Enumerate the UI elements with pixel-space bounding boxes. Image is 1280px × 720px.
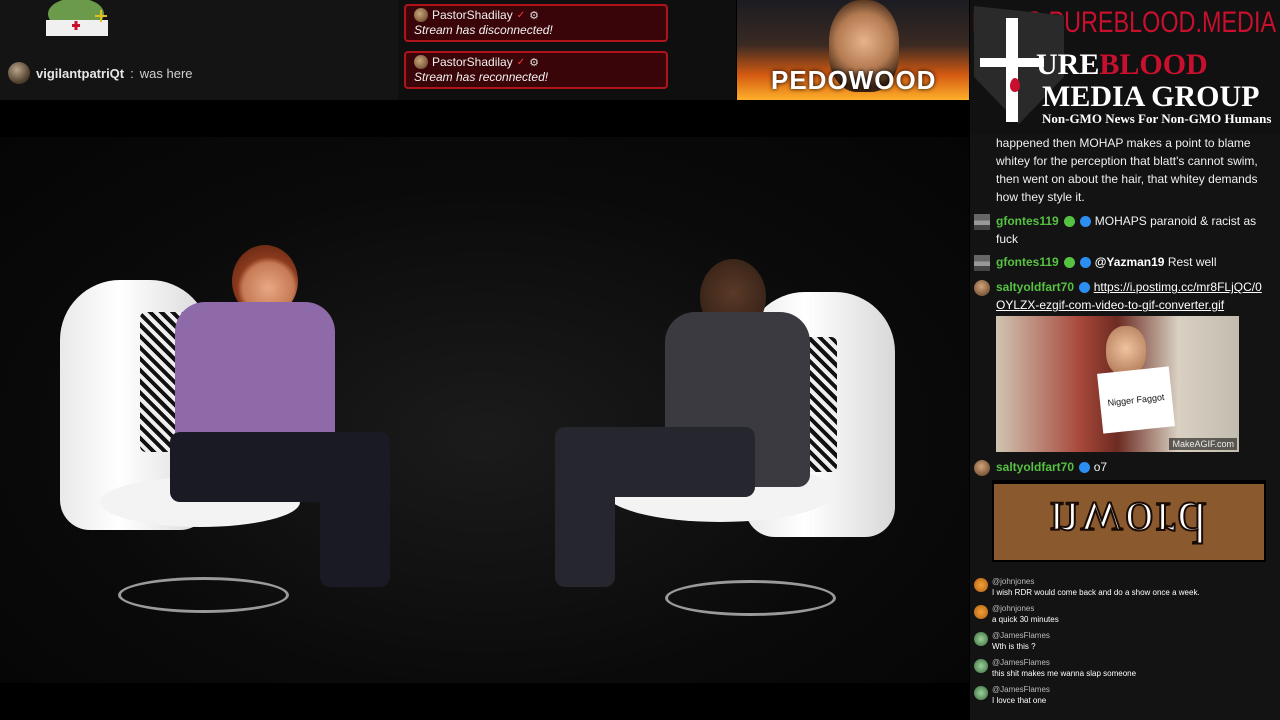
sub-badge-icon — [1064, 216, 1076, 228]
logo-title-line2: MEDIA GROUP — [1042, 80, 1260, 113]
mini-chat-username[interactable]: @JamesFlames — [992, 684, 1274, 695]
video-bottom-bar — [0, 683, 969, 720]
alert-username[interactable]: PastorShadilay — [432, 8, 513, 22]
chat-separator: : — [130, 65, 134, 81]
gif-sign: Nigger Faggot — [1097, 366, 1175, 434]
chat-mention[interactable]: @Yazman19 — [1095, 255, 1165, 269]
mini-chat-username[interactable]: @JamesFlames — [992, 657, 1274, 668]
mini-chat-username[interactable]: @JamesFlames — [992, 630, 1274, 641]
video-thumbnail[interactable]: PEDOWOOD — [737, 0, 969, 100]
verified-badge-icon — [1079, 282, 1091, 294]
logo-title-white: URE — [1036, 48, 1100, 81]
chat-username[interactable]: saltyoldfart70 — [996, 280, 1074, 294]
user-avatar[interactable] — [974, 578, 988, 592]
mini-chat-text: I lovce that one — [992, 696, 1047, 705]
alert-text: Stream has reconnected! — [414, 70, 549, 84]
pepe-emote-image — [36, 0, 120, 36]
user-avatar[interactable] — [974, 686, 988, 700]
chat-username[interactable]: gfontes119 — [996, 214, 1059, 228]
stream-disconnected-alert: PastorShadilay ✓ ⚙ Stream has disconnect… — [404, 4, 668, 42]
mini-chat-username[interactable]: @johnjones — [992, 603, 1274, 614]
user-avatar — [414, 8, 428, 22]
verified-badge-icon — [1080, 257, 1092, 269]
mini-chat-message: @johnjones a quick 30 minutes — [974, 603, 1274, 625]
chat-line-vigilantpatriot: vigilantpatriQt : was here — [8, 62, 193, 84]
user-avatar[interactable] — [8, 62, 30, 84]
mini-chat-text: a quick 30 minutes — [992, 615, 1059, 624]
sub-badge-icon — [1064, 257, 1076, 269]
thumbnail-text: PEDOWOOD — [771, 65, 937, 95]
stream-reconnected-alert: PastorShadilay ✓ ⚙ Stream has reconnecte… — [404, 51, 668, 89]
gear-icon[interactable]: ⚙ — [529, 56, 539, 69]
chat-message: saltyoldfart70 o7 — [970, 458, 1270, 476]
image-text: nword — [1049, 489, 1209, 556]
chat-message: happened then MOHAP makes a point to bla… — [970, 134, 1270, 206]
man-lower-legs — [555, 457, 615, 587]
user-avatar — [414, 55, 428, 69]
mini-chat-message: @JamesFlames this shit makes me wanna sl… — [974, 657, 1274, 679]
mini-chat-message: @johnjones I wish RDR would come back an… — [974, 576, 1274, 598]
verified-icon: ✓ — [516, 56, 526, 68]
user-avatar[interactable] — [974, 659, 988, 673]
verified-icon: ✓ — [516, 9, 526, 21]
mini-chat-text: Wth is this ? — [992, 642, 1036, 651]
mini-chat-message: @JamesFlames I lovce that one — [974, 684, 1274, 706]
user-avatar[interactable] — [974, 605, 988, 619]
right-chair-base — [665, 580, 836, 616]
logo-title-line1: UREBLOOD — [1036, 48, 1208, 82]
alert-text: Stream has disconnected! — [414, 23, 553, 37]
logo-title-red: BLOOD — [1099, 48, 1208, 81]
woman-lower-legs — [320, 487, 390, 587]
chat-message-text: happened then MOHAP makes a point to bla… — [996, 136, 1258, 204]
blood-drop-icon — [1010, 78, 1020, 92]
top-left-chat-overlay: vigilantpatriQt : was here — [0, 0, 398, 100]
chat-panel: happened then MOHAP makes a point to bla… — [970, 134, 1280, 720]
verified-badge-icon — [1079, 462, 1091, 474]
user-avatar[interactable] — [974, 214, 990, 230]
user-avatar[interactable] — [974, 280, 990, 296]
chat-message: gfontes119 @Yazman19 Rest well — [970, 253, 1270, 271]
mini-chat-text: I wish RDR would come back and do a show… — [992, 588, 1200, 597]
alert-username[interactable]: PastorShadilay — [432, 55, 513, 69]
chat-message-text: o7 — [1093, 460, 1108, 474]
left-chair-base — [118, 577, 289, 613]
pureblood-logo: NEWS.PUREBLOOD.MEDIA UREBLOOD MEDIA GROU… — [970, 0, 1280, 134]
chat-message: gfontes119 MOHAPS paranoid & racist as f… — [970, 212, 1270, 248]
mini-chat-message: @JamesFlames Wth is this ? — [974, 630, 1274, 652]
cross-icon — [1006, 18, 1018, 122]
chat-message-text: Rest well — [1167, 255, 1217, 269]
woman-torso — [175, 302, 335, 452]
verified-badge-icon — [1080, 216, 1092, 228]
chat-username[interactable]: vigilantpatriQt — [36, 66, 124, 81]
cross-icon-bar — [980, 58, 1044, 67]
gear-icon[interactable]: ⚙ — [529, 9, 539, 22]
logo-tagline: Non-GMO News For Non-GMO Humans — [1042, 111, 1272, 126]
chat-username[interactable]: saltyoldfart70 — [996, 460, 1074, 474]
chat-embedded-gif[interactable]: Nigger Faggot MakeAGIF.com — [996, 316, 1239, 452]
user-avatar[interactable] — [974, 632, 988, 646]
chat-username[interactable]: gfontes119 — [996, 255, 1059, 269]
chat-embedded-image[interactable]: nword — [992, 480, 1266, 562]
mini-chat-username[interactable]: @johnjones — [992, 576, 1274, 587]
image-inner: nword — [994, 484, 1264, 560]
chat-message: was here — [139, 65, 193, 81]
gif-watermark: MakeAGIF.com — [1169, 438, 1237, 450]
chat-message: saltyoldfart70 https://i.postimg.cc/mr8F… — [970, 278, 1270, 314]
user-avatar[interactable] — [974, 460, 990, 476]
mini-chat-text: this shit makes me wanna slap someone — [992, 669, 1137, 678]
video-player[interactable] — [0, 137, 969, 683]
user-avatar[interactable] — [974, 255, 990, 271]
